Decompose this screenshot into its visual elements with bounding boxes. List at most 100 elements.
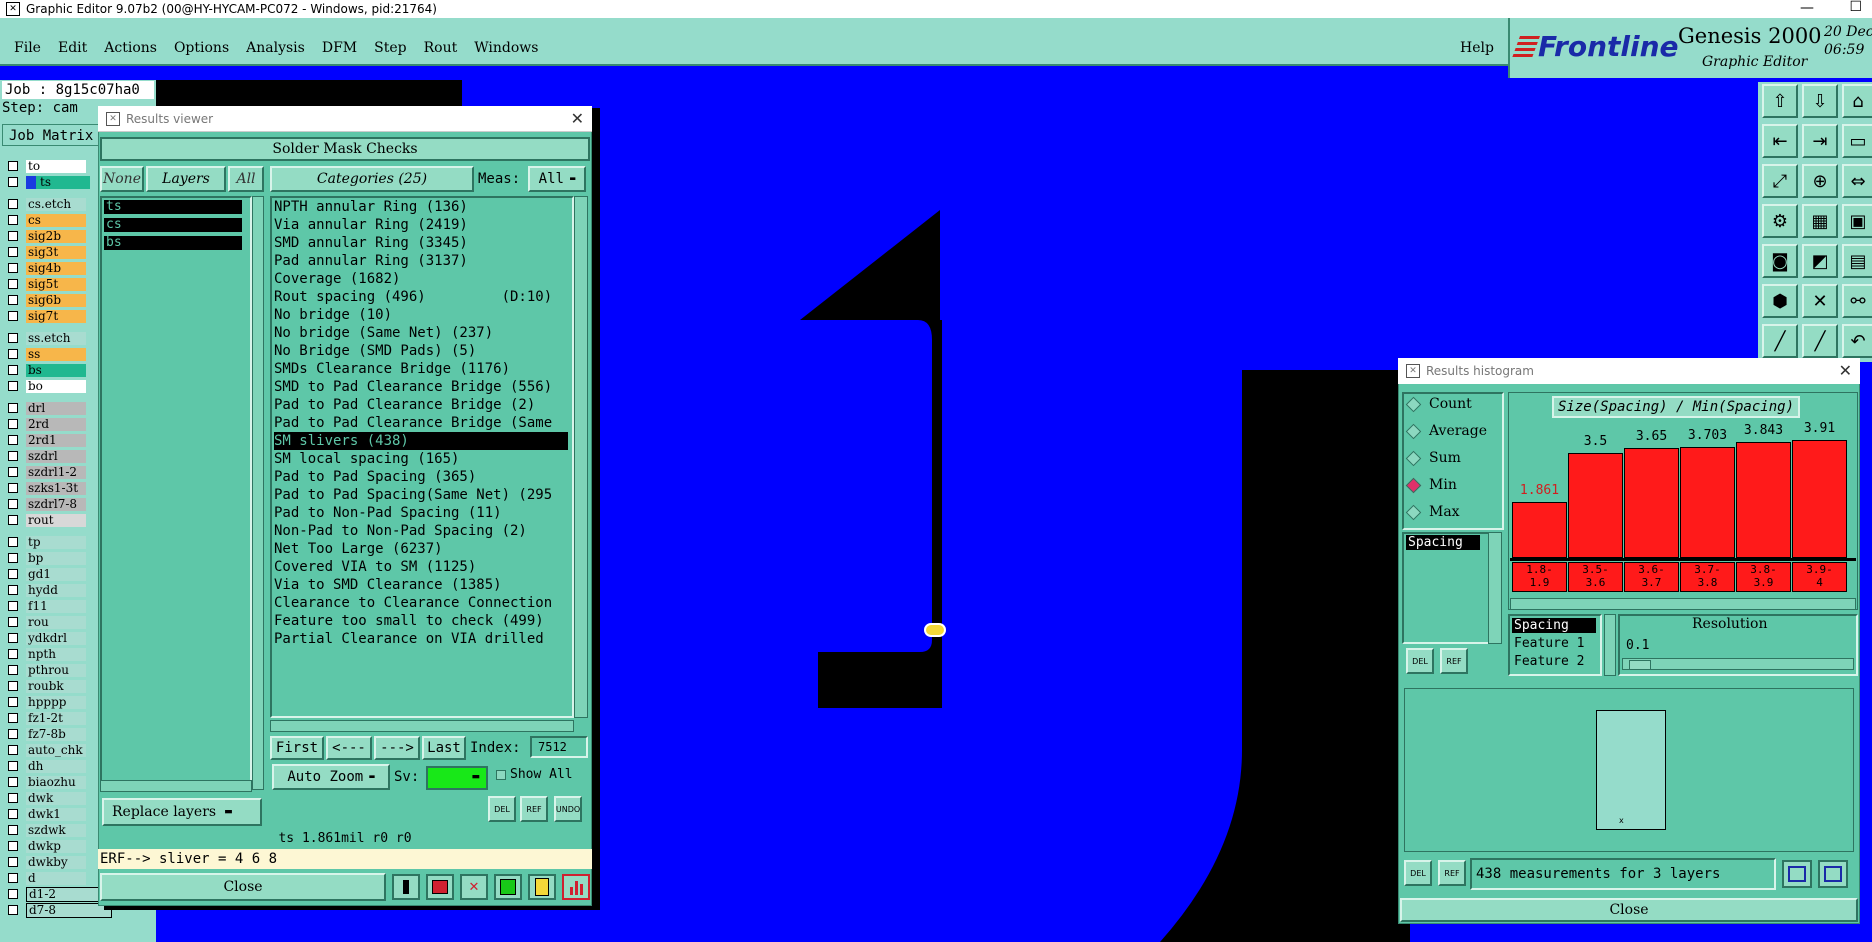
category-item[interactable]: Pad to Pad Spacing(Same Net) (295 bbox=[274, 486, 568, 504]
last-button[interactable]: Last bbox=[422, 736, 466, 760]
layer-row[interactable]: tp bbox=[8, 535, 86, 549]
layer-row[interactable]: ss.etch bbox=[8, 331, 86, 345]
layer-checkbox[interactable] bbox=[8, 231, 18, 241]
layer-row[interactable]: hpppp bbox=[8, 695, 86, 709]
first-button[interactable]: First bbox=[270, 736, 324, 760]
layer-name[interactable]: dwkby bbox=[26, 855, 86, 869]
layer-name[interactable]: szdrl7-8 bbox=[26, 497, 86, 511]
layer-row[interactable]: gd1 bbox=[8, 567, 86, 581]
layer-name[interactable]: 2rd1 bbox=[26, 433, 86, 447]
layer-checkbox[interactable] bbox=[8, 199, 18, 209]
menu-dfm[interactable]: DFM bbox=[322, 40, 357, 56]
histogram-delete-icon[interactable]: DEL bbox=[1406, 648, 1434, 674]
layer-name[interactable]: 2rd bbox=[26, 417, 86, 431]
layer-name[interactable]: dwk1 bbox=[26, 807, 86, 821]
layer-row[interactable]: d bbox=[8, 871, 86, 885]
window-icon[interactable]: ▭ bbox=[1842, 124, 1872, 158]
layer-checkbox[interactable] bbox=[8, 311, 18, 321]
menu-rout[interactable]: Rout bbox=[424, 40, 458, 56]
layer-checkbox[interactable] bbox=[8, 177, 18, 187]
histogram-refresh-icon[interactable]: REF bbox=[1440, 648, 1468, 674]
zoom-icon[interactable] bbox=[1782, 860, 1812, 888]
layer-checkbox[interactable] bbox=[8, 515, 18, 525]
layer-row[interactable]: npth bbox=[8, 647, 86, 661]
layer-checkbox[interactable] bbox=[8, 681, 18, 691]
layer-name[interactable]: f11 bbox=[26, 599, 86, 613]
link-icon[interactable]: ⚯ bbox=[1842, 284, 1872, 318]
layer-name[interactable]: fz7-8b bbox=[26, 727, 86, 741]
select-box-icon[interactable]: ◙ bbox=[1762, 244, 1798, 278]
results-viewer-close-icon[interactable]: ✕ bbox=[571, 109, 584, 128]
scale-icon[interactable]: ⇔ bbox=[1842, 164, 1872, 198]
categories-vscroll[interactable] bbox=[574, 196, 588, 718]
layer-row[interactable]: dh bbox=[8, 759, 86, 773]
layer-checkbox[interactable] bbox=[8, 467, 18, 477]
node-icon[interactable]: ⬢ bbox=[1762, 284, 1798, 318]
layer-name[interactable]: bo bbox=[26, 379, 86, 393]
menu-edit[interactable]: Edit bbox=[58, 40, 87, 56]
layer-row[interactable]: f11 bbox=[8, 599, 86, 613]
move-left-icon[interactable]: ⇤ bbox=[1762, 124, 1798, 158]
layer-name[interactable]: cs bbox=[26, 213, 86, 227]
lower-list-item[interactable]: Spacing bbox=[1512, 618, 1596, 633]
move-right-icon[interactable]: ⇥ bbox=[1802, 124, 1838, 158]
download-icon[interactable]: ⇩ bbox=[1802, 84, 1838, 118]
zoom-center-icon[interactable]: ⊕ bbox=[1802, 164, 1838, 198]
fit-icon[interactable] bbox=[1818, 860, 1848, 888]
layer-name[interactable]: dwk bbox=[26, 791, 86, 805]
layer-name[interactable]: sig7t bbox=[26, 309, 86, 323]
undo-arrow-icon[interactable]: ↶ bbox=[1842, 324, 1872, 358]
layer-name[interactable]: sig3t bbox=[26, 245, 86, 259]
layer-name[interactable]: sig5t bbox=[26, 277, 86, 291]
category-item[interactable]: No bridge (10) bbox=[274, 306, 568, 324]
layer-row[interactable]: szdrl7-8 bbox=[8, 497, 86, 511]
layer-name[interactable]: rout bbox=[26, 513, 86, 527]
layer-row[interactable]: sig3t bbox=[8, 245, 86, 259]
layer-checkbox[interactable] bbox=[8, 697, 18, 707]
layer-row[interactable]: szdrl bbox=[8, 449, 86, 463]
layer-row[interactable]: hydd bbox=[8, 583, 86, 597]
category-item[interactable]: SMD annular Ring (3345) bbox=[274, 234, 568, 252]
job-matrix-button[interactable]: Job Matrix bbox=[2, 124, 102, 146]
layer-name[interactable]: hpppp bbox=[26, 695, 86, 709]
layer-row[interactable]: d7-8 bbox=[8, 902, 112, 918]
layer-checkbox[interactable] bbox=[8, 403, 18, 413]
histogram-bar[interactable] bbox=[1512, 502, 1567, 558]
layer-row[interactable]: szdwk bbox=[8, 823, 86, 837]
radio-average[interactable]: Average bbox=[1405, 423, 1487, 439]
meas-dropdown[interactable]: All ▬ bbox=[528, 166, 586, 192]
settings-icon[interactable]: ⚙ bbox=[1762, 204, 1798, 238]
category-item[interactable]: NPTH annular Ring (136) bbox=[274, 198, 568, 216]
layer-checkbox[interactable] bbox=[8, 349, 18, 359]
sv-color-dropdown[interactable]: ▬ bbox=[426, 766, 488, 790]
ruler-icon[interactable]: ▤ bbox=[1842, 244, 1872, 278]
menu-analysis[interactable]: Analysis bbox=[246, 40, 305, 56]
category-item[interactable]: Rout spacing (496) (D:10) bbox=[274, 288, 568, 306]
layer-name[interactable]: to bbox=[26, 159, 86, 173]
histogram-bar[interactable] bbox=[1792, 440, 1847, 558]
layer-row[interactable]: to bbox=[8, 159, 86, 173]
layer-row[interactable]: ss bbox=[8, 347, 86, 361]
layers-button[interactable]: Layers bbox=[146, 166, 226, 192]
layer-checkbox[interactable] bbox=[8, 499, 18, 509]
measure-icon[interactable]: ◩ bbox=[1802, 244, 1838, 278]
layer-checkbox[interactable] bbox=[8, 419, 18, 429]
histogram-close-icon[interactable]: ✕ bbox=[1839, 361, 1852, 380]
layer-checkbox[interactable] bbox=[8, 279, 18, 289]
layer-checkbox[interactable] bbox=[8, 633, 18, 643]
layer-row[interactable]: fz7-8b bbox=[8, 727, 86, 741]
show-all-checkbox[interactable] bbox=[496, 770, 506, 780]
layer-checkbox[interactable] bbox=[8, 729, 18, 739]
histogram-bar[interactable] bbox=[1680, 447, 1735, 558]
histogram-bar[interactable] bbox=[1736, 442, 1791, 558]
layer-name[interactable]: ydkdrl bbox=[26, 631, 86, 645]
layer-row[interactable]: d1-2 bbox=[8, 886, 112, 902]
layer-checkbox[interactable] bbox=[8, 889, 18, 899]
layer-checkbox[interactable] bbox=[8, 295, 18, 305]
layer-checkbox[interactable] bbox=[8, 365, 18, 375]
layer-name[interactable]: sig2b bbox=[26, 229, 86, 243]
fit-screen-icon[interactable]: ⤢ bbox=[1762, 164, 1798, 198]
home-icon[interactable]: ⌂ bbox=[1842, 84, 1872, 118]
category-item[interactable]: SM slivers (438) bbox=[274, 432, 568, 450]
layer-row[interactable]: bo bbox=[8, 379, 86, 393]
